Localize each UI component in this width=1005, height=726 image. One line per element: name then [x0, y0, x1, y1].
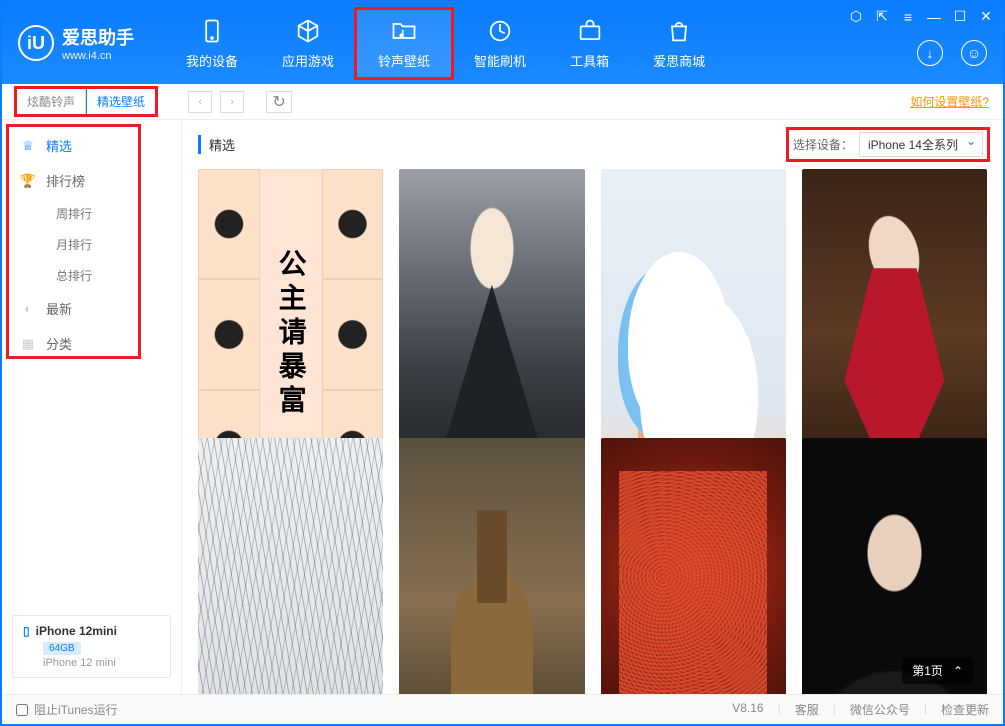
skin-icon[interactable]: ⬡ [847, 8, 865, 25]
nav-wallpaper[interactable]: 铃声壁纸 [356, 9, 452, 78]
page-label: 第1页 [912, 662, 943, 679]
maximize-icon[interactable]: ☐ [951, 8, 969, 25]
wallpaper-item[interactable] [198, 438, 383, 695]
nav-label: 工具箱 [570, 51, 609, 70]
update-link[interactable]: 检查更新 [941, 701, 989, 718]
nav-store[interactable]: 爱思商城 [631, 9, 727, 78]
sidebar-label: 排行榜 [46, 171, 85, 190]
device-name: iPhone 12mini [36, 624, 117, 638]
device-card[interactable]: ▯ iPhone 12mini 64GB iPhone 12 mini [12, 615, 171, 678]
sidebar: ♕ 精选 🏆 排行榜 周排行 月排行 总排行 ◐ 最新 ▦ 分类 ▯ iPhon… [2, 120, 182, 694]
phone-icon [198, 17, 226, 45]
page-indicator[interactable]: 第1页 ⌃ [902, 657, 973, 684]
wechat-link[interactable]: 微信公众号 [850, 701, 910, 718]
nav-label: 智能刷机 [474, 51, 526, 70]
tab-wallpaper[interactable]: 精选壁纸 [86, 88, 156, 115]
wallpaper-item[interactable] [601, 438, 786, 695]
statusbar: 阻止iTunes运行 V8.16 | 客服 | 微信公众号 | 检查更新 [2, 694, 1003, 724]
help-link[interactable]: 如何设置壁纸? [910, 93, 989, 110]
storage-badge: 64GB [43, 642, 81, 655]
nav-flash[interactable]: 智能刷机 [452, 9, 548, 78]
chevron-up-icon[interactable]: ⌃ [953, 664, 963, 678]
nav-label: 应用游戏 [282, 51, 334, 70]
logo-icon: iU [18, 25, 54, 61]
section-title: 精选 [198, 135, 235, 154]
grid-icon: ▦ [20, 336, 36, 352]
sidebar-label: 精选 [46, 136, 72, 155]
version-label: V8.16 [732, 701, 763, 718]
close-icon[interactable]: ✕ [977, 8, 995, 25]
device-select[interactable]: iPhone 14全系列 [859, 132, 983, 157]
app-subtitle: www.i4.cn [62, 50, 134, 62]
nav-label: 铃声壁纸 [378, 51, 430, 70]
user-icon[interactable]: ☺ [961, 40, 987, 66]
nav-label: 爱思商城 [653, 51, 705, 70]
toolbox-icon [576, 17, 604, 45]
sidebar-ranking[interactable]: 🏆 排行榜 [2, 163, 181, 198]
crown-icon: ♕ [20, 138, 36, 154]
wallpaper-grid: 公主请暴富 [182, 165, 1003, 694]
app-logo: iU 爱思助手 www.i4.cn [18, 24, 134, 62]
block-itunes-toggle[interactable]: 阻止iTunes运行 [16, 701, 118, 718]
minimize-icon[interactable]: — [925, 9, 943, 25]
refresh-button[interactable]: ↻ [266, 91, 292, 113]
nav-label: 我的设备 [186, 51, 238, 70]
nav-device[interactable]: 我的设备 [164, 9, 260, 78]
tab-ringtone[interactable]: 炫酷铃声 [16, 88, 86, 115]
sidebar-label: 分类 [46, 334, 72, 353]
block-itunes-label: 阻止iTunes运行 [34, 701, 118, 718]
refresh-gear-icon [486, 17, 514, 45]
window-controls: ⬡ ⇱ ≡ — ☐ ✕ [847, 8, 995, 25]
sidebar-rank-month[interactable]: 月排行 [2, 229, 181, 260]
wallpaper-item[interactable] [802, 438, 987, 695]
separator: | [778, 701, 781, 718]
wallpaper-item[interactable] [399, 438, 584, 695]
sidebar-featured[interactable]: ♕ 精选 [2, 128, 181, 163]
phone-small-icon: ▯ [23, 624, 30, 638]
back-button[interactable]: ‹ [188, 91, 212, 113]
app-title: 爱思助手 [62, 24, 134, 50]
service-link[interactable]: 客服 [795, 701, 819, 718]
block-itunes-checkbox[interactable] [16, 704, 28, 716]
nav-toolbox[interactable]: 工具箱 [548, 9, 631, 78]
sidebar-category[interactable]: ▦ 分类 [2, 326, 181, 361]
menu-icon[interactable]: ≡ [899, 9, 917, 25]
bag-icon [665, 17, 693, 45]
sidebar-rank-total[interactable]: 总排行 [2, 260, 181, 291]
lock-icon[interactable]: ⇱ [873, 8, 891, 25]
select-label: 选择设备： [793, 136, 853, 153]
sidebar-newest[interactable]: ◐ 最新 [2, 291, 181, 326]
circle-icon: ◐ [20, 301, 36, 317]
sidebar-label: 最新 [46, 299, 72, 318]
trophy-icon: 🏆 [20, 173, 36, 189]
music-folder-icon [390, 17, 418, 45]
separator: | [833, 701, 836, 718]
separator: | [924, 701, 927, 718]
device-model: iPhone 12 mini [43, 657, 160, 669]
download-icon[interactable]: ↓ [917, 40, 943, 66]
forward-button[interactable]: › [220, 91, 244, 113]
sidebar-rank-week[interactable]: 周排行 [2, 198, 181, 229]
main-nav: 我的设备 应用游戏 铃声壁纸 智能刷机 工具箱 爱思商城 [164, 9, 727, 78]
nav-apps[interactable]: 应用游戏 [260, 9, 356, 78]
cube-icon [294, 17, 322, 45]
